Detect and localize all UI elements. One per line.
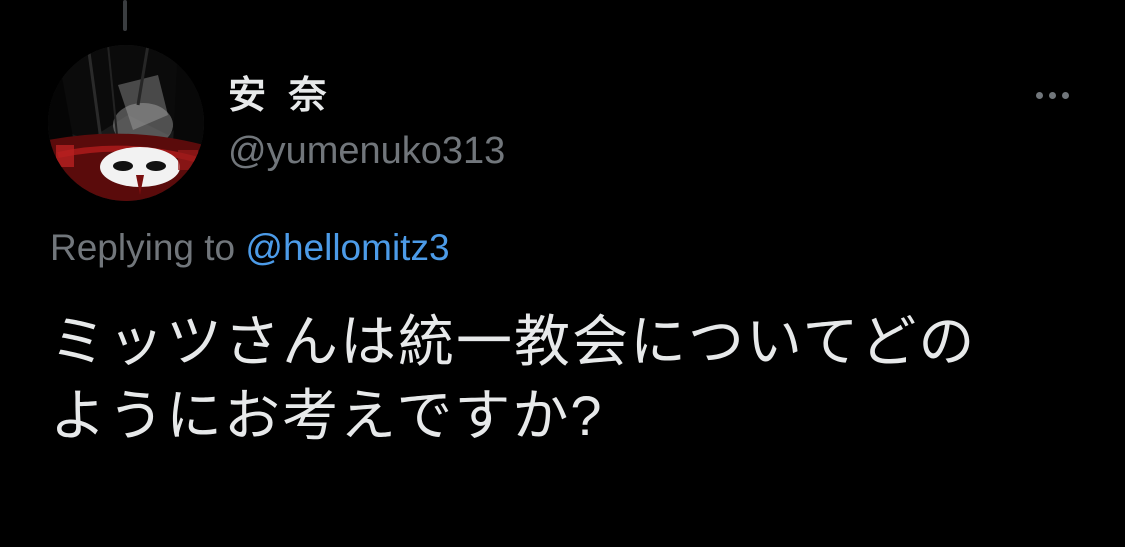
- tweet-body: ミッツさんは統一教会についてどの ようにお考えですか?: [50, 305, 1060, 453]
- reply-mention-link[interactable]: @hellomitz3: [245, 227, 449, 268]
- tweet-text-line: ミッツさんは統一教会についてどの: [50, 310, 977, 373]
- more-horizontal-icon-dot: [1061, 91, 1069, 99]
- author-display-name[interactable]: 安 奈: [228, 74, 333, 118]
- avatar-image: [48, 45, 204, 201]
- more-horizontal-icon-dot: [1048, 91, 1056, 99]
- more-horizontal-icon: [1035, 91, 1043, 99]
- author-handle[interactable]: @yumenuko313: [228, 128, 505, 174]
- reply-context: Replying to @hellomitz3: [50, 225, 450, 271]
- author-avatar[interactable]: [48, 45, 204, 201]
- tweet-text-line: ようにお考えですか?: [50, 384, 604, 447]
- more-options-button[interactable]: [1024, 80, 1080, 110]
- thread-connector-line: [123, 0, 127, 31]
- reply-context-prefix: Replying to: [50, 227, 246, 268]
